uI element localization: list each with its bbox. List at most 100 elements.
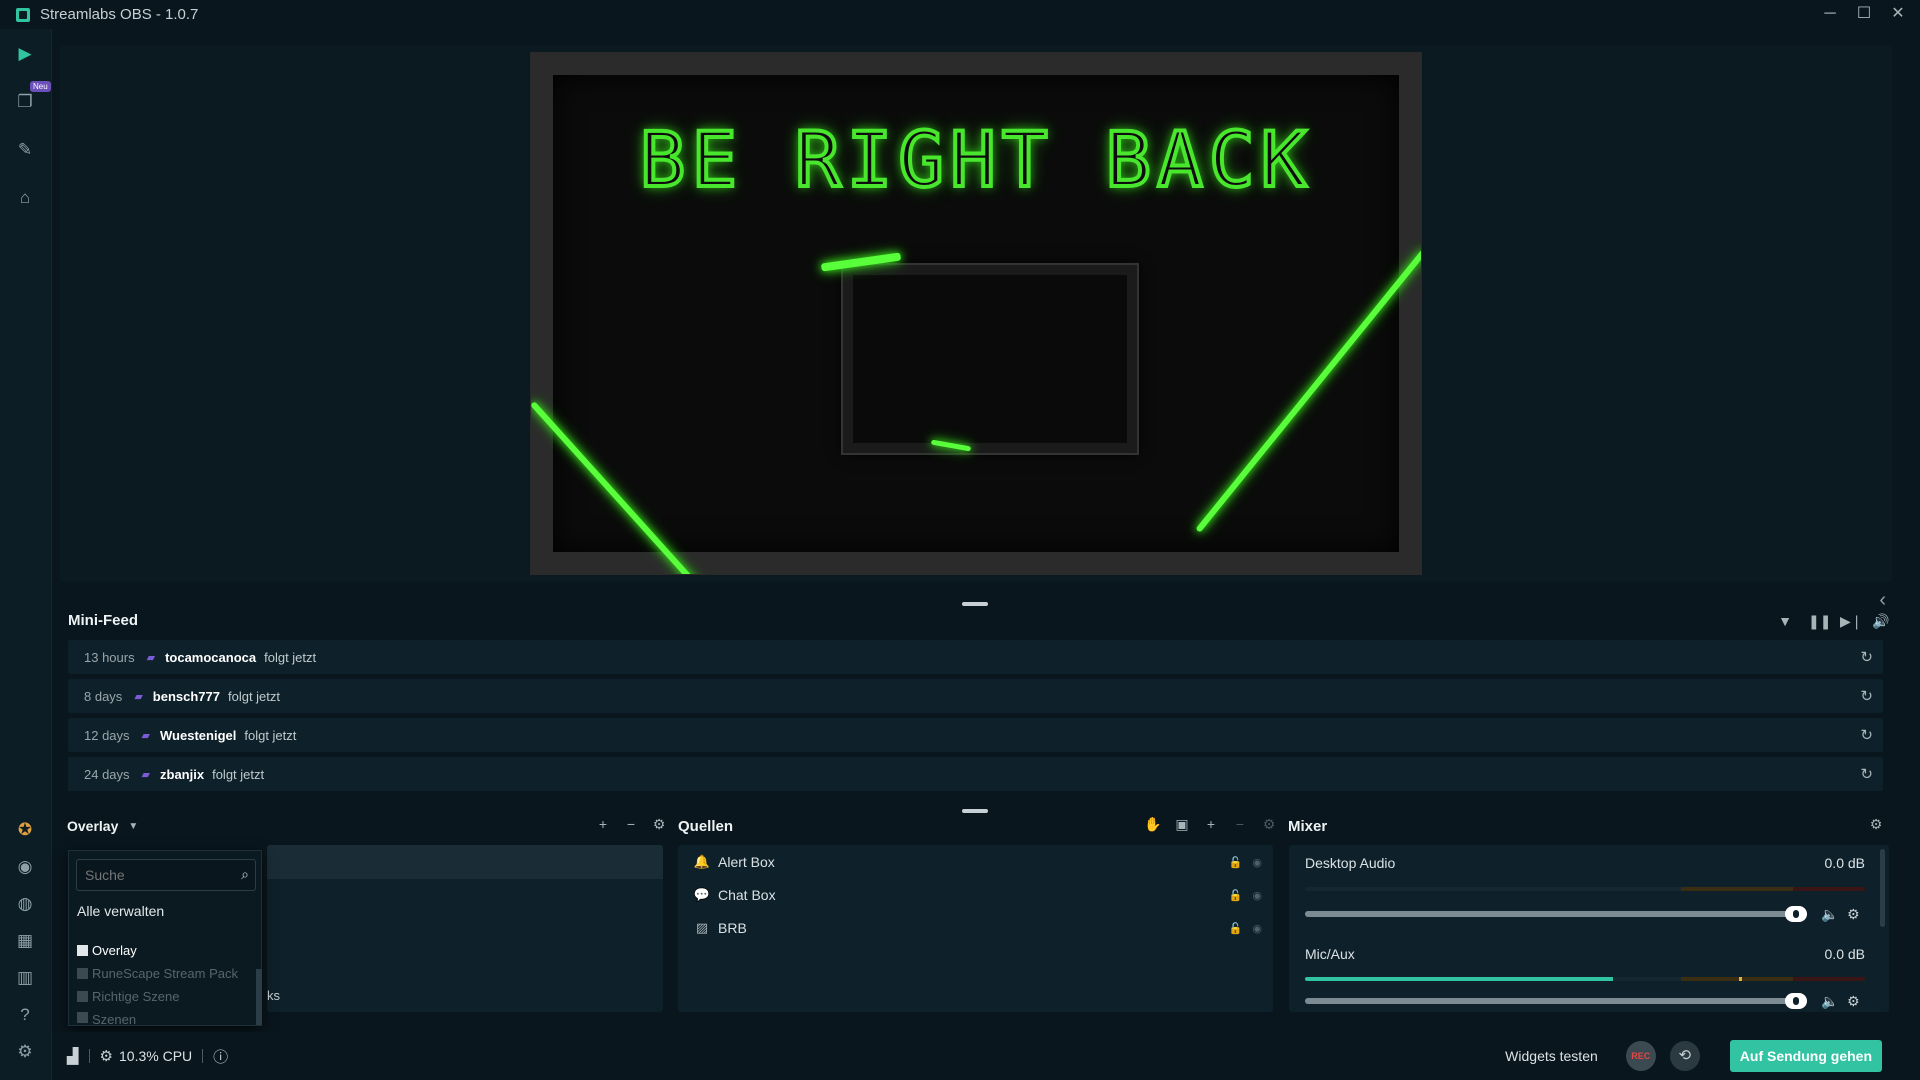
feed-user: bensch777 xyxy=(152,688,220,704)
record-button[interactable]: REC xyxy=(1625,1041,1656,1071)
add-scene-icon[interactable]: + xyxy=(594,815,612,833)
skip-icon[interactable]: ▶❘ xyxy=(1840,612,1863,630)
feed-action: folgt jetzt xyxy=(212,766,265,782)
mute-speaker-icon[interactable]: 🔈 xyxy=(1821,906,1838,923)
replay-buffer-icon[interactable]: ⟲ xyxy=(1669,1041,1700,1071)
columns-icon[interactable]: ▥ xyxy=(14,967,36,989)
visibility-icon[interactable]: ◉ xyxy=(1252,922,1262,935)
themes-icon[interactable]: ❐ xyxy=(14,91,36,113)
studio-icon[interactable]: ▶ xyxy=(14,43,36,65)
source-filter-icon[interactable]: ✋ xyxy=(1144,815,1162,833)
status-bar: ▟ ⚙ 10.3% CPU ⓘ Widgets testen REC ⟲ Auf… xyxy=(53,1032,1920,1080)
chevron-down-icon: ▼ xyxy=(128,820,139,832)
close-button[interactable]: ✕ xyxy=(1890,3,1906,25)
feed-time: 12 days xyxy=(84,727,130,743)
channel-settings-icon[interactable]: ⚙ xyxy=(1847,906,1860,923)
mixer-scrollbar[interactable] xyxy=(1880,849,1885,927)
maximize-button[interactable]: ☐ xyxy=(1856,3,1872,25)
scene-preview[interactable]: BE RIGHT BACK xyxy=(530,52,1422,575)
meter-danger-zone xyxy=(1793,887,1865,891)
minimize-button[interactable]: ─ xyxy=(1822,3,1838,25)
source-item[interactable]: 💬 Chat Box 🔓 ◉ xyxy=(692,884,1262,906)
add-folder-icon[interactable]: ▣ xyxy=(1173,815,1191,833)
filter-icon[interactable]: ▼ xyxy=(1776,612,1794,630)
source-settings-icon[interactable]: ⚙ xyxy=(1260,815,1278,833)
test-widgets-button[interactable]: Widgets testen xyxy=(1505,1048,1598,1064)
prime-icon[interactable]: ✪ xyxy=(14,819,36,841)
collection-icon xyxy=(77,1012,88,1023)
visibility-icon[interactable]: ◉ xyxy=(1252,889,1262,902)
replay-alert-icon[interactable]: ↻ xyxy=(1860,648,1873,666)
volume-icon[interactable]: 🔊 xyxy=(1872,612,1890,630)
source-name: Chat Box xyxy=(718,887,776,903)
scene-settings-icon[interactable]: ⚙ xyxy=(650,815,668,833)
feed-time: 8 days xyxy=(84,688,123,704)
store-icon[interactable]: ⌂ xyxy=(14,187,36,209)
collection-search-input[interactable] xyxy=(85,860,225,890)
collection-item-label: Overlay xyxy=(92,943,137,958)
collection-item[interactable]: Richtige Szene xyxy=(77,989,179,1004)
scene-collection-selector[interactable]: Overlay ▼ xyxy=(67,815,138,837)
lock-icon[interactable]: 🔓 xyxy=(1229,856,1243,869)
feed-list: 13 hours ▰ tocamocanoca folgt jetzt ↻ 8 … xyxy=(68,640,1883,796)
collection-item[interactable]: Szenen xyxy=(77,1012,136,1025)
editor-icon[interactable]: ✎ xyxy=(14,139,36,161)
manage-all-link[interactable]: Alle verwalten xyxy=(77,903,164,919)
layout-icon[interactable]: ▦ xyxy=(14,930,36,952)
feed-time: 13 hours xyxy=(84,649,135,665)
volume-slider-knob[interactable] xyxy=(1785,906,1807,922)
remove-scene-icon[interactable]: − xyxy=(622,815,640,833)
stream-controls: Widgets testen REC ⟲ Auf Sendung gehen xyxy=(1505,1040,1882,1072)
volume-slider[interactable] xyxy=(1305,993,1807,1009)
remove-source-icon[interactable]: − xyxy=(1231,815,1249,833)
cpu-icon: ⚙ xyxy=(99,1048,113,1065)
collection-icon xyxy=(77,991,88,1002)
add-source-icon[interactable]: + xyxy=(1202,815,1220,833)
go-live-button[interactable]: Auf Sendung gehen xyxy=(1729,1040,1882,1072)
pause-icon[interactable]: ❚❚ xyxy=(1808,612,1831,630)
source-controls: 🔓 ◉ xyxy=(1229,922,1262,935)
image-icon: ▨ xyxy=(695,920,709,935)
replay-alert-icon[interactable]: ↻ xyxy=(1860,687,1873,705)
channel-settings-icon[interactable]: ⚙ xyxy=(1847,993,1860,1010)
feed-item: 8 days ▰ bensch777 folgt jetzt ↻ xyxy=(68,679,1883,713)
volume-slider-fill xyxy=(1305,911,1807,917)
editor-resize-handle[interactable] xyxy=(962,809,988,813)
help-icon[interactable]: ? xyxy=(14,1004,36,1026)
left-sidebar: ▶ ❐ Neu ✎ ⌂ ✪ ◉ ◍ ▦ ▥ ? ⚙ xyxy=(0,29,52,1080)
meter-warning-zone xyxy=(1681,977,1793,981)
window-title: Streamlabs OBS - 1.0.7 xyxy=(40,6,199,23)
settings-icon[interactable]: ⚙ xyxy=(14,1041,36,1063)
record-label: REC xyxy=(1631,1051,1651,1061)
info-icon[interactable]: ⓘ xyxy=(213,1046,228,1067)
selected-scene-row[interactable] xyxy=(267,845,663,879)
lock-icon[interactable]: 🔓 xyxy=(1229,922,1243,935)
feed-time: 24 days xyxy=(84,766,130,782)
collection-item[interactable]: Overlay xyxy=(77,943,137,958)
brb-title-text: BE RIGHT BACK xyxy=(638,113,1313,206)
lock-icon[interactable]: 🔓 xyxy=(1229,889,1243,902)
source-item[interactable]: 🔔 Alert Box 🔓 ◉ xyxy=(692,851,1262,873)
title-bar: Streamlabs OBS - 1.0.7 ─ ☐ ✕ xyxy=(0,0,1920,29)
performance-chart-icon[interactable]: ▟ xyxy=(67,1047,79,1065)
mixer-settings-icon[interactable]: ⚙ xyxy=(1867,815,1885,833)
dropdown-scrollbar[interactable] xyxy=(256,969,262,1025)
feed-item: 24 days ▰ zbanjix folgt jetzt ↻ xyxy=(68,757,1883,791)
collection-item[interactable]: RuneScape Stream Pack xyxy=(77,966,238,981)
volume-slider-knob[interactable] xyxy=(1785,993,1807,1009)
feed-action: folgt jetzt xyxy=(244,727,297,743)
replay-alert-icon[interactable]: ↻ xyxy=(1860,765,1873,783)
source-item[interactable]: ▨ BRB 🔓 ◉ xyxy=(692,917,1262,939)
source-name: Alert Box xyxy=(718,854,775,870)
twitch-icon: ▰ xyxy=(134,690,143,703)
feed-item: 12 days ▰ Wuestenigel folgt jetzt ↻ xyxy=(68,718,1883,752)
mute-speaker-icon[interactable]: 🔈 xyxy=(1821,993,1838,1010)
mixer-title: Mixer xyxy=(1288,817,1328,835)
volume-slider[interactable] xyxy=(1305,906,1807,922)
dashboard-icon[interactable]: ◉ xyxy=(14,856,36,878)
chat-icon[interactable]: ◍ xyxy=(14,893,36,915)
scene-collection-label: Overlay xyxy=(67,818,119,834)
visibility-icon[interactable]: ◉ xyxy=(1252,856,1262,869)
mini-feed: Mini-Feed ▼ ❚❚ ▶❘ 🔊 13 hours ▰ tocamocan… xyxy=(60,600,1890,805)
replay-alert-icon[interactable]: ↻ xyxy=(1860,726,1873,744)
